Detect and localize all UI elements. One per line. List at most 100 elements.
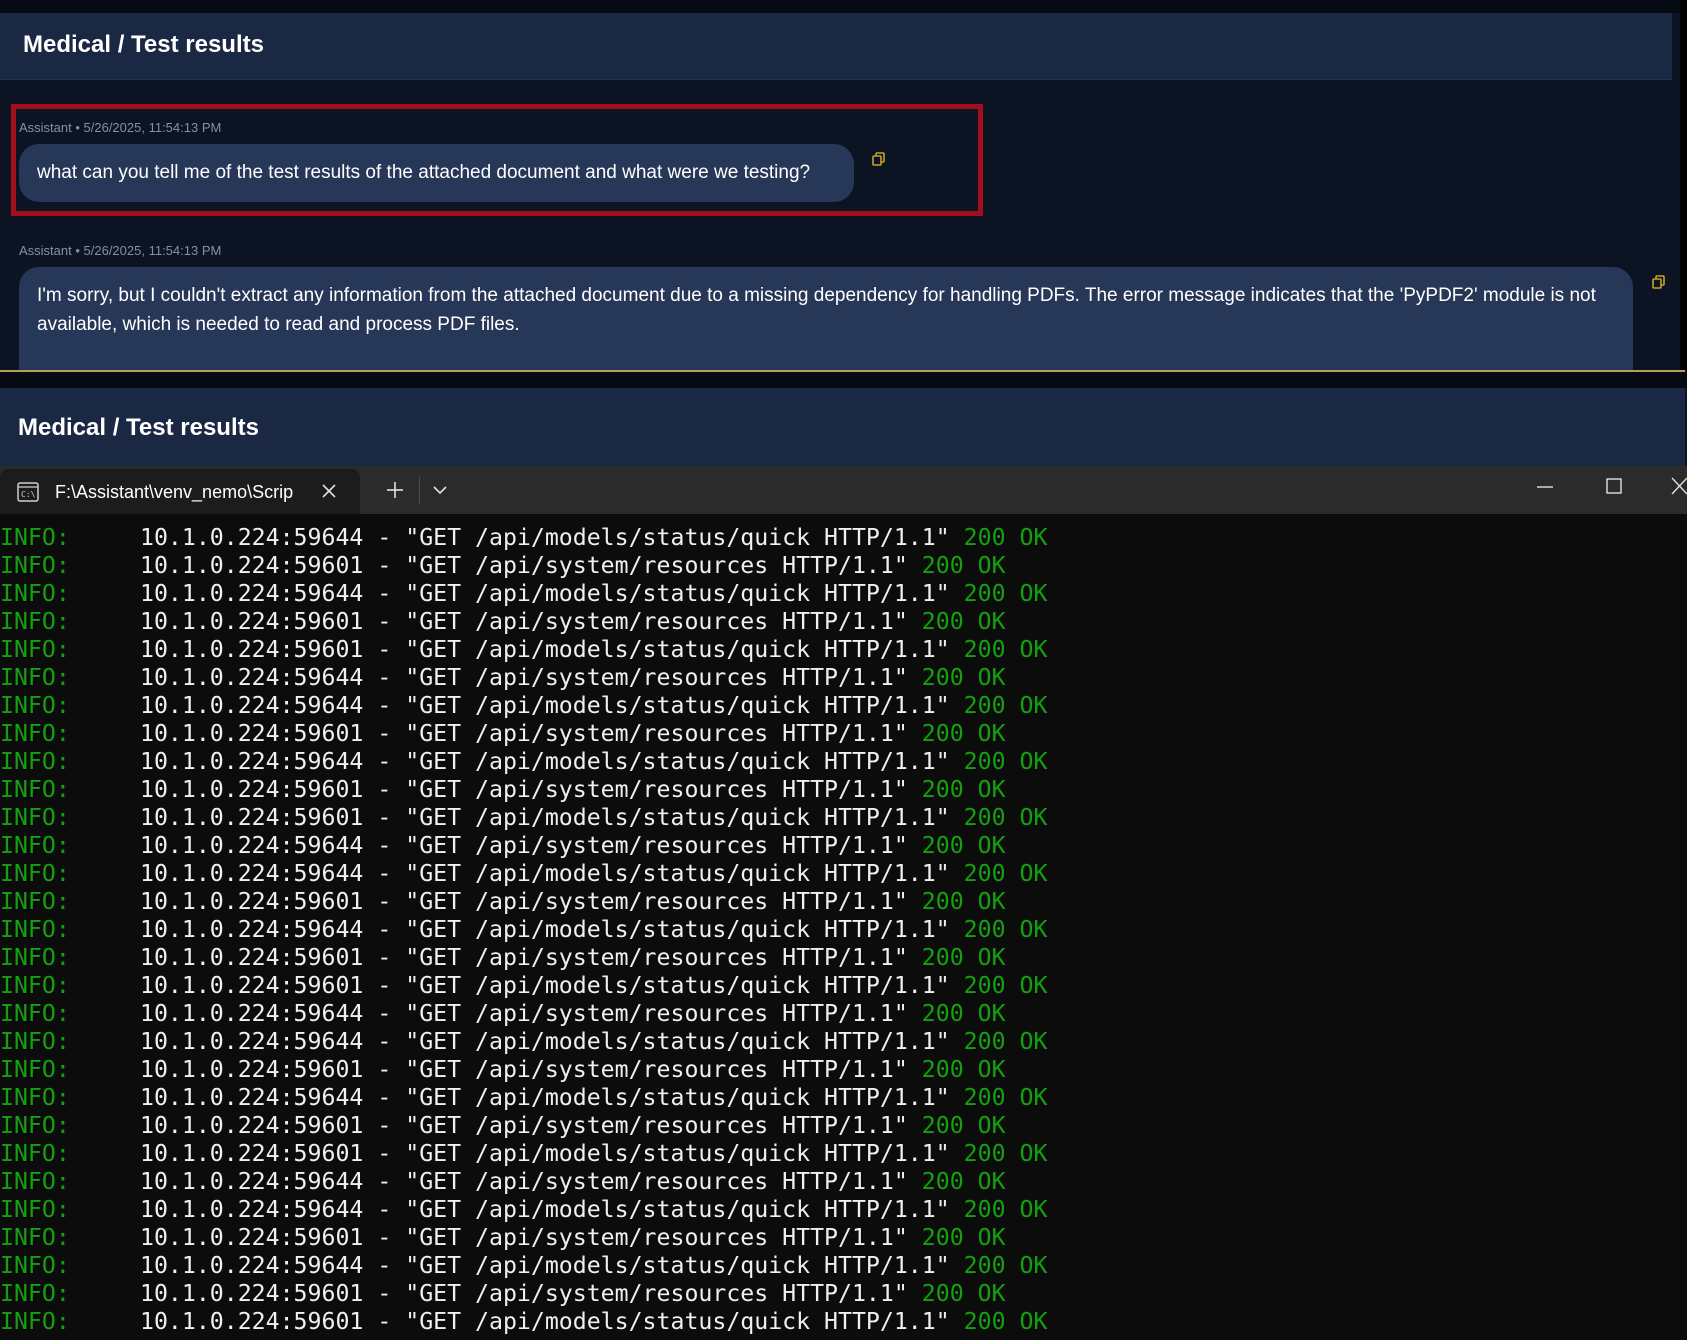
log-message: 10.1.0.224:59644 - "GET /api/models/stat… xyxy=(140,860,950,887)
log-status: 200 OK xyxy=(921,1224,1006,1251)
chat-header: Medical / Test results xyxy=(0,13,1672,80)
log-level: INFO: xyxy=(0,972,70,999)
minimize-icon[interactable] xyxy=(1536,478,1554,496)
log-line: INFO: 10.1.0.224:59644 - "GET /api/models… xyxy=(0,1252,1047,1280)
log-status: 200 OK xyxy=(921,944,1006,971)
log-level: INFO: xyxy=(0,1308,70,1335)
log-status: 200 OK xyxy=(921,552,1006,579)
assistant-message-bubble: I'm sorry, but I couldn't extract any in… xyxy=(19,267,1633,370)
log-status: 200 OK xyxy=(921,776,1006,803)
log-line: INFO: 10.1.0.224:59601 - "GET /api/system… xyxy=(0,944,1047,972)
log-line: INFO: 10.1.0.224:59601 - "GET /api/system… xyxy=(0,1224,1047,1252)
terminal-window: C:\ F:\Assistant\venv_nemo\Scrip INFO: 10 xyxy=(0,466,1687,1340)
terminal-output: INFO: 10.1.0.224:59644 - "GET /api/models… xyxy=(0,524,1047,1336)
strip-gap xyxy=(0,372,1687,388)
log-message: 10.1.0.224:59601 - "GET /api/system/reso… xyxy=(140,1112,908,1139)
log-level: INFO: xyxy=(0,916,70,943)
page-title: Medical / Test results xyxy=(18,414,259,441)
log-line: INFO: 10.1.0.224:59601 - "GET /api/models… xyxy=(0,636,1047,664)
log-level: INFO: xyxy=(0,608,70,635)
terminal-icon: C:\ xyxy=(17,482,39,502)
log-status: 200 OK xyxy=(963,1028,1048,1055)
log-status: 200 OK xyxy=(963,860,1048,887)
log-status: 200 OK xyxy=(921,1056,1006,1083)
chat-window-top: Medical / Test results Assistant • 5/26/… xyxy=(0,0,1680,370)
log-status: 200 OK xyxy=(963,580,1048,607)
copy-icon[interactable] xyxy=(1651,274,1667,290)
log-line: INFO: 10.1.0.224:59601 - "GET /api/system… xyxy=(0,888,1047,916)
log-line: INFO: 10.1.0.224:59644 - "GET /api/models… xyxy=(0,1028,1047,1056)
log-message: 10.1.0.224:59601 - "GET /api/system/reso… xyxy=(140,1280,908,1307)
tab-title: F:\Assistant\venv_nemo\Scrip xyxy=(55,482,294,502)
log-status: 200 OK xyxy=(963,1252,1048,1279)
maximize-icon[interactable] xyxy=(1605,477,1623,495)
log-message: 10.1.0.224:59601 - "GET /api/system/reso… xyxy=(140,1056,908,1083)
log-line: INFO: 10.1.0.224:59601 - "GET /api/system… xyxy=(0,1056,1047,1084)
close-icon[interactable] xyxy=(320,482,338,500)
log-message: 10.1.0.224:59644 - "GET /api/models/stat… xyxy=(140,524,950,551)
plus-icon[interactable] xyxy=(385,480,405,500)
log-line: INFO: 10.1.0.224:59644 - "GET /api/system… xyxy=(0,664,1047,692)
log-line: INFO: 10.1.0.224:59601 - "GET /api/models… xyxy=(0,1308,1047,1336)
log-level: INFO: xyxy=(0,1140,70,1167)
log-message: 10.1.0.224:59601 - "GET /api/models/stat… xyxy=(140,1308,950,1335)
log-level: INFO: xyxy=(0,888,70,915)
log-line: INFO: 10.1.0.224:59644 - "GET /api/system… xyxy=(0,1000,1047,1028)
log-line: INFO: 10.1.0.224:59644 - "GET /api/models… xyxy=(0,916,1047,944)
log-level: INFO: xyxy=(0,1112,70,1139)
log-level: INFO: xyxy=(0,692,70,719)
log-line: INFO: 10.1.0.224:59644 - "GET /api/models… xyxy=(0,748,1047,776)
log-message: 10.1.0.224:59601 - "GET /api/models/stat… xyxy=(140,804,950,831)
log-message: 10.1.0.224:59644 - "GET /api/system/reso… xyxy=(140,832,908,859)
log-status: 200 OK xyxy=(963,804,1048,831)
log-level: INFO: xyxy=(0,524,70,551)
log-level: INFO: xyxy=(0,664,70,691)
log-status: 200 OK xyxy=(921,832,1006,859)
log-level: INFO: xyxy=(0,1056,70,1083)
chat-window-bottom: Medical / Test results xyxy=(0,370,1687,466)
log-line: INFO: 10.1.0.224:59601 - "GET /api/system… xyxy=(0,1112,1047,1140)
log-message: 10.1.0.224:59644 - "GET /api/system/reso… xyxy=(140,1000,908,1027)
log-line: INFO: 10.1.0.224:59601 - "GET /api/system… xyxy=(0,552,1047,580)
log-message: 10.1.0.224:59601 - "GET /api/models/stat… xyxy=(140,972,950,999)
log-level: INFO: xyxy=(0,804,70,831)
log-line: INFO: 10.1.0.224:59601 - "GET /api/models… xyxy=(0,972,1047,1000)
log-status: 200 OK xyxy=(921,1000,1006,1027)
log-message: 10.1.0.224:59644 - "GET /api/system/reso… xyxy=(140,1168,908,1195)
log-message: 10.1.0.224:59644 - "GET /api/system/reso… xyxy=(140,664,908,691)
window-close-icon[interactable] xyxy=(1670,476,1687,496)
log-level: INFO: xyxy=(0,552,70,579)
log-level: INFO: xyxy=(0,776,70,803)
log-message: 10.1.0.224:59601 - "GET /api/system/reso… xyxy=(140,888,908,915)
chevron-down-icon[interactable] xyxy=(432,483,448,497)
log-message: 10.1.0.224:59601 - "GET /api/system/reso… xyxy=(140,720,908,747)
log-message: 10.1.0.224:59601 - "GET /api/system/reso… xyxy=(140,608,908,635)
log-level: INFO: xyxy=(0,1028,70,1055)
top-strip xyxy=(0,0,1680,13)
log-message: 10.1.0.224:59601 - "GET /api/system/reso… xyxy=(140,552,908,579)
log-status: 200 OK xyxy=(963,524,1048,551)
log-status: 200 OK xyxy=(921,1280,1006,1307)
log-message: 10.1.0.224:59601 - "GET /api/models/stat… xyxy=(140,636,950,663)
terminal-tab[interactable]: C:\ F:\Assistant\venv_nemo\Scrip xyxy=(0,469,360,514)
log-line: INFO: 10.1.0.224:59644 - "GET /api/models… xyxy=(0,1084,1047,1112)
log-message: 10.1.0.224:59601 - "GET /api/system/reso… xyxy=(140,776,908,803)
svg-text:C:\: C:\ xyxy=(21,490,36,499)
log-level: INFO: xyxy=(0,720,70,747)
log-line: INFO: 10.1.0.224:59644 - "GET /api/system… xyxy=(0,832,1047,860)
log-level: INFO: xyxy=(0,1084,70,1111)
log-level: INFO: xyxy=(0,1196,70,1223)
log-level: INFO: xyxy=(0,860,70,887)
log-message: 10.1.0.224:59644 - "GET /api/models/stat… xyxy=(140,1252,950,1279)
user-message-bubble: what can you tell me of the test results… xyxy=(19,144,854,202)
log-line: INFO: 10.1.0.224:59644 - "GET /api/models… xyxy=(0,860,1047,888)
log-status: 200 OK xyxy=(963,916,1048,943)
copy-icon[interactable] xyxy=(871,151,887,167)
tab-divider xyxy=(419,476,420,504)
message-meta: Assistant • 5/26/2025, 11:54:13 PM xyxy=(19,243,222,258)
log-message: 10.1.0.224:59644 - "GET /api/models/stat… xyxy=(140,580,950,607)
log-status: 200 OK xyxy=(921,720,1006,747)
log-status: 200 OK xyxy=(963,1140,1048,1167)
log-line: INFO: 10.1.0.224:59601 - "GET /api/system… xyxy=(0,720,1047,748)
page-title: Medical / Test results xyxy=(23,31,264,58)
